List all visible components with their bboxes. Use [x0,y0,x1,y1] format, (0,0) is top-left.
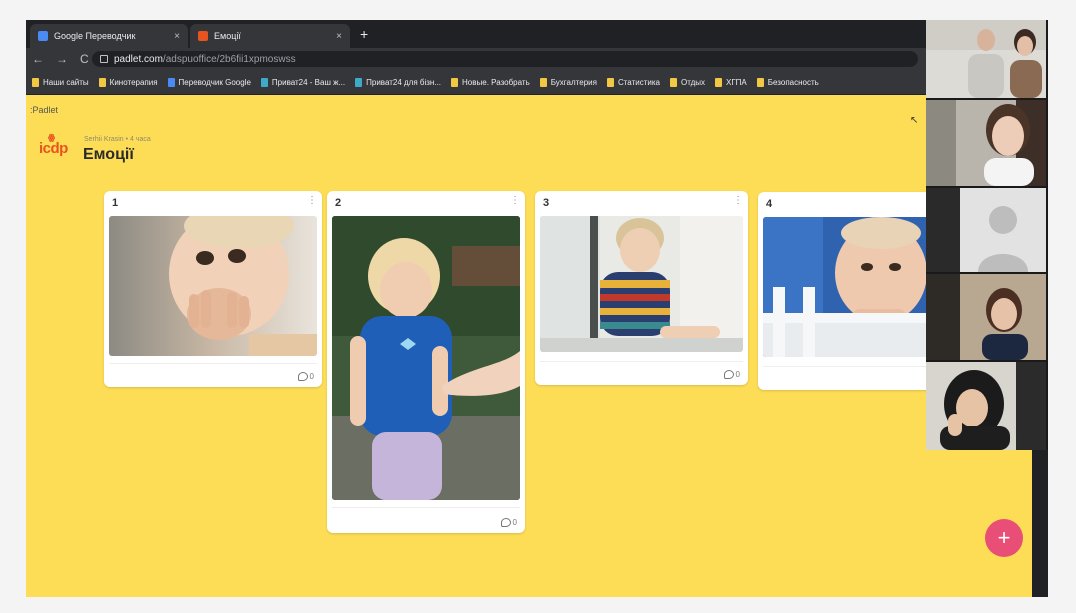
comment-icon [500,518,511,527]
logo-swirl-icon: ꙮ [48,133,55,142]
comment-count[interactable]: 0 [723,370,740,379]
comment-count-value: 0 [309,372,314,381]
bookmark-item[interactable]: Отдых [669,77,706,87]
post-number: 4 [766,198,773,210]
privat24-icon [260,77,268,87]
url-domain: padlet.com [114,53,163,65]
comment-count-value: 0 [735,370,740,379]
card-divider [540,361,743,362]
reload-button[interactable]: C [80,52,89,66]
post-card-2[interactable]: 2 ⋮ 0 [327,191,525,533]
bookmark-label: Бухгалтерия [550,77,597,87]
post-image-surprised-child[interactable] [109,216,317,356]
comment-count[interactable]: 0 [500,518,517,527]
board-author: Serhii Krasin • 4 часа [84,136,151,143]
post-card-3[interactable]: 3 ⋮ 0 [535,191,748,385]
tab-google-translate[interactable]: Google Переводчик × [30,24,188,48]
bookmark-label: Приват24 - Ваш ж... [271,77,346,87]
back-button[interactable]: ← [32,52,44,66]
new-tab-button[interactable]: + [360,26,368,42]
folder-icon [98,77,106,87]
folder-icon [669,77,677,87]
bookmark-label: Отдых [680,77,706,87]
video-tile-1[interactable] [926,20,1046,98]
google-translate-icon [167,77,175,87]
google-translate-icon [38,31,48,41]
tab-emotions[interactable]: Емоції × [190,24,350,48]
post-menu-button[interactable]: ⋮ [307,195,317,206]
bookmark-label: Наши сайты [43,77,89,87]
folder-icon [451,77,459,87]
bookmarks-bar: Наши сайты Кинотерапия Переводчик Google… [26,70,926,95]
comment-icon [723,370,734,379]
bookmark-label: Безопасность [767,77,819,87]
bookmark-label: Приват24 для бізн... [366,77,442,87]
post-number: 3 [543,197,550,209]
folder-icon [606,77,614,87]
post-image-upset-boy[interactable] [540,216,743,352]
address-bar-row: ← → C padlet.com /adspuoffice/2b6fii1xpm… [26,48,926,70]
video-tile-2[interactable] [926,100,1046,186]
screenshot-frame: Google Переводчик × Емоції × + ← → C pad… [0,0,1076,613]
bookmark-item[interactable]: Наши сайты [32,77,89,87]
lock-icon [100,55,108,63]
padlet-favicon-icon [198,31,208,41]
video-tile-3-no-camera[interactable] [926,188,1046,272]
org-logo: ꙮ icdp [39,133,68,157]
bookmark-label: Кинотерапия [109,77,158,87]
bookmark-item[interactable]: Статистика [606,77,660,87]
post-image-pensive-child[interactable] [763,217,938,357]
bookmark-label: Статистика [617,77,660,87]
bookmark-item[interactable]: Безопасность [756,77,819,87]
comment-icon [297,372,308,381]
privat24-icon [355,77,363,87]
bookmark-item[interactable]: Новые. Разобрать [451,77,530,87]
post-menu-button[interactable]: ⋮ [510,195,520,206]
card-divider [109,363,317,364]
bookmark-item[interactable]: Приват24 для бізн... [355,77,442,87]
card-divider [332,507,520,508]
post-card-4[interactable]: 4 [758,192,938,390]
folder-icon [756,77,764,87]
bookmark-item[interactable]: Бухгалтерия [539,77,597,87]
bookmark-item[interactable]: Переводчик Google [167,77,251,87]
add-post-button[interactable]: + [985,519,1023,557]
shared-screen: Google Переводчик × Емоції × + ← → C pad… [26,20,1048,597]
padlet-board: :Padlet ꙮ icdp Serhii Krasin • 4 часа Емо… [26,95,1032,597]
close-tab-button[interactable]: × [336,31,342,42]
card-divider [763,366,933,367]
mouse-cursor-icon: ↖ [910,115,919,126]
tab-title: Емоції [214,31,241,41]
close-tab-button[interactable]: × [174,31,180,42]
url-input[interactable]: padlet.com /adspuoffice/2b6fii1xpmoswss [92,51,918,67]
bookmark-label: Новые. Разобрать [462,77,530,87]
comment-count-value: 0 [512,518,517,527]
post-number: 2 [335,197,342,209]
bookmark-item[interactable]: Кинотерапия [98,77,158,87]
bookmark-item[interactable]: Приват24 - Ваш ж... [260,77,346,87]
browser-tab-strip: Google Переводчик × Емоції × + [26,20,926,48]
post-card-1[interactable]: 1 ⋮ 0 [104,191,322,387]
comment-count[interactable]: 0 [297,372,314,381]
folder-icon [539,77,547,87]
url-path: /adspuoffice/2b6fii1xpmoswss [162,53,296,65]
bookmark-label: ХГПА [726,77,747,87]
padlet-logo[interactable]: :Padlet [30,105,58,115]
folder-icon [715,77,723,87]
org-logo-text: icdp [39,140,68,157]
page-title: Емоції [83,146,134,163]
video-tile-4[interactable] [926,274,1046,360]
folder-icon [32,77,39,87]
video-tile-5[interactable] [926,362,1046,450]
forward-button[interactable]: → [56,52,68,66]
bookmark-item[interactable]: ХГПА [715,77,747,87]
post-menu-button[interactable]: ⋮ [733,195,743,206]
tab-title: Google Переводчик [54,31,136,41]
bookmark-label: Переводчик Google [178,77,251,87]
post-number: 1 [112,197,119,209]
video-call-panel [926,20,1048,450]
post-image-sad-girl[interactable] [332,216,520,500]
